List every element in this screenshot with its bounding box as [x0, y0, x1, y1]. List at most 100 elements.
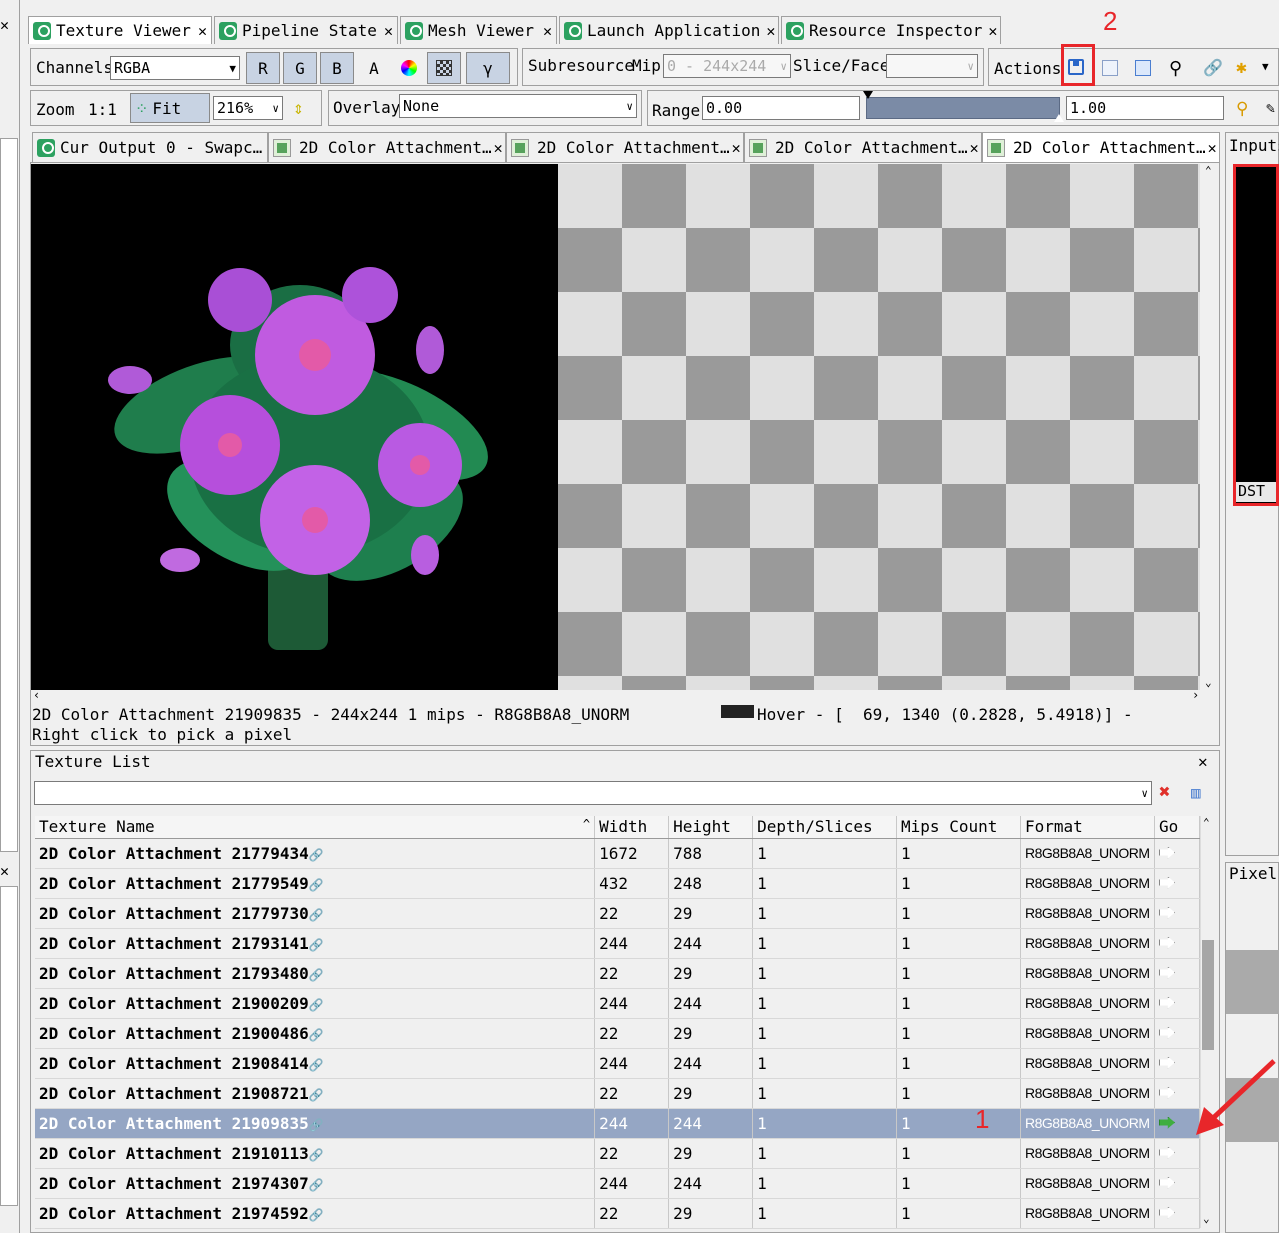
- close-icon[interactable]: ✕: [378, 22, 393, 40]
- range-slider-handle-min[interactable]: [863, 91, 873, 99]
- checkerboard-button[interactable]: [427, 52, 461, 84]
- table-row[interactable]: 2D Color Attachment 21974307🔗 244 244 1 1 R8G…: [35, 1168, 1201, 1199]
- zoom-range-icon[interactable]: ⚲: [1236, 99, 1248, 119]
- tab-resource-inspector[interactable]: Resource Inspector ✕: [781, 16, 1001, 44]
- zoom-1to1-button[interactable]: 1:1: [88, 100, 117, 119]
- view-tab-3[interactable]: 2D Color Attachment… ✕: [744, 132, 982, 162]
- input-thumbnail[interactable]: [1233, 164, 1279, 506]
- close-icon[interactable]: ✕: [537, 22, 552, 40]
- column-header-height[interactable]: Height: [668, 816, 754, 839]
- tab-mesh-viewer[interactable]: Mesh Viewer ✕: [400, 16, 557, 44]
- go-arrow-icon[interactable]: [1158, 936, 1175, 949]
- pencil-icon[interactable]: ✎: [1266, 99, 1275, 117]
- column-header-depth-slices[interactable]: Depth/Slices: [752, 816, 898, 839]
- texture-canvas-checkerboard[interactable]: [558, 164, 1200, 690]
- go-arrow-icon[interactable]: [1158, 1146, 1175, 1159]
- table-row[interactable]: 2D Color Attachment 21908721🔗 22 29 1 1 R8G8B…: [35, 1078, 1201, 1109]
- go-cell[interactable]: [1154, 868, 1201, 899]
- flip-vertical-icon[interactable]: ⇕: [293, 98, 304, 119]
- table-row[interactable]: 2D Color Attachment 21910113🔗 22 29 1 1 R8G8B…: [35, 1138, 1201, 1169]
- view-tab-0[interactable]: Cur Output 0 - Swapc…: [32, 132, 268, 162]
- go-cell[interactable]: [1154, 928, 1201, 959]
- table-row[interactable]: 2D Color Attachment 21779730🔗 22 29 1 1 R8G8B…: [35, 898, 1201, 929]
- table-row[interactable]: 2D Color Attachment 21793480🔗 22 29 1 1 R8G8B…: [35, 958, 1201, 989]
- go-arrow-icon[interactable]: [1158, 1026, 1175, 1039]
- clear-filter-icon[interactable]: ✖: [1159, 781, 1170, 803]
- table-row[interactable]: 2D Color Attachment 21900486🔗 22 29 1 1 R8G8B…: [35, 1018, 1201, 1049]
- go-cell[interactable]: [1154, 1168, 1201, 1199]
- go-arrow-icon[interactable]: [1158, 1116, 1175, 1129]
- viewer-horizontal-scrollbar[interactable]: [31, 690, 1201, 704]
- table-row[interactable]: 2D Color Attachment 21900209🔗 244 244 1 1 R8G…: [35, 988, 1201, 1019]
- zoom-select[interactable]: 216% ∨: [213, 96, 283, 120]
- viewer-vertical-scrollbar[interactable]: [1201, 164, 1219, 690]
- close-icon[interactable]: ✕: [492, 139, 503, 157]
- close-icon[interactable]: ✕: [982, 22, 997, 40]
- go-cell[interactable]: [1154, 958, 1201, 989]
- tab-pipeline-state[interactable]: Pipeline State ✕: [214, 16, 398, 44]
- scroll-up-icon[interactable]: ⌃: [1205, 164, 1212, 177]
- close-icon[interactable]: ✕: [760, 22, 775, 40]
- open-icon[interactable]: [1135, 60, 1151, 76]
- go-cell[interactable]: [1154, 1018, 1201, 1049]
- binoculars-icon[interactable]: ⚲: [1169, 58, 1182, 79]
- go-arrow-icon[interactable]: [1158, 846, 1175, 859]
- column-header-mips-count[interactable]: Mips Count: [896, 816, 1021, 839]
- go-arrow-icon[interactable]: [1158, 1206, 1175, 1219]
- column-chooser-icon[interactable]: ▥: [1191, 783, 1201, 802]
- go-arrow-icon[interactable]: [1158, 996, 1175, 1009]
- go-arrow-icon[interactable]: [1158, 906, 1175, 919]
- table-scroll-thumb[interactable]: [1202, 940, 1214, 1050]
- channel-g-button[interactable]: G: [283, 52, 317, 84]
- table-scroll-down-icon[interactable]: ⌄: [1203, 1212, 1210, 1225]
- channel-r-button[interactable]: R: [246, 52, 280, 84]
- go-arrow-icon[interactable]: [1158, 1056, 1175, 1069]
- go-cell[interactable]: [1154, 838, 1201, 869]
- tab-launch-application[interactable]: Launch Application ✕: [559, 16, 779, 44]
- go-arrow-icon[interactable]: [1158, 1176, 1175, 1189]
- table-row[interactable]: 2D Color Attachment 21909835🔗 244 244 1 1 R8G…: [35, 1108, 1201, 1139]
- zoom-fit-button[interactable]: ⁘ Fit: [130, 93, 210, 123]
- go-arrow-icon[interactable]: [1158, 966, 1175, 979]
- color-wheel-button[interactable]: [392, 52, 426, 84]
- table-row[interactable]: 2D Color Attachment 21793141🔗 244 244 1 1 R8G…: [35, 928, 1201, 959]
- link-icon[interactable]: 🔗: [1203, 58, 1223, 77]
- go-cell[interactable]: [1154, 1138, 1201, 1169]
- left-close-icon[interactable]: ✕: [0, 16, 18, 36]
- view-tab-2[interactable]: 2D Color Attachment… ✕: [506, 132, 744, 162]
- overlay-select[interactable]: None ∨: [399, 94, 637, 118]
- slice-face-select[interactable]: ∨: [886, 54, 978, 78]
- view-tab-1[interactable]: 2D Color Attachment… ✕: [268, 132, 506, 162]
- go-cell[interactable]: [1154, 1198, 1201, 1229]
- actions-dropdown-icon[interactable]: ▼: [1262, 60, 1269, 73]
- channels-select[interactable]: RGBA ▼: [110, 56, 240, 80]
- scroll-right-icon[interactable]: ›: [1192, 688, 1199, 702]
- column-header-format[interactable]: Format: [1020, 816, 1155, 839]
- go-cell[interactable]: [1154, 988, 1201, 1019]
- range-slider-handle-max[interactable]: [1054, 114, 1064, 122]
- table-row[interactable]: 2D Color Attachment 21779434🔗 1672 788 1 1 R8…: [35, 838, 1201, 869]
- left-close-icon-2[interactable]: ✕: [0, 862, 18, 882]
- go-arrow-icon[interactable]: [1158, 876, 1175, 889]
- range-min-input[interactable]: 0.00: [702, 96, 860, 120]
- channel-b-button[interactable]: B: [320, 52, 354, 84]
- close-icon[interactable]: ✕: [192, 22, 207, 40]
- channel-a-button[interactable]: A: [357, 52, 391, 84]
- table-scroll-up-icon[interactable]: ⌃: [1203, 816, 1210, 829]
- gear-icon[interactable]: ✱: [1236, 57, 1247, 78]
- scroll-left-icon[interactable]: ‹: [33, 688, 40, 702]
- texture-filter-input[interactable]: ∨: [34, 781, 1152, 805]
- view-tab-4[interactable]: 2D Color Attachment… ✕: [982, 132, 1220, 162]
- copy-icon[interactable]: [1102, 60, 1118, 76]
- gamma-button[interactable]: γ: [466, 52, 510, 84]
- mip-select[interactable]: 0 - 244x244 ∨: [663, 54, 791, 78]
- table-row[interactable]: 2D Color Attachment 21779549🔗 432 248 1 1 R8G…: [35, 868, 1201, 899]
- go-cell[interactable]: [1154, 898, 1201, 929]
- table-row[interactable]: 2D Color Attachment 21908414🔗 244 244 1 1 R8G…: [35, 1048, 1201, 1079]
- table-row[interactable]: 2D Color Attachment 21974592🔗 22 29 1 1 R8G8B…: [35, 1198, 1201, 1229]
- column-header-width[interactable]: Width: [594, 816, 670, 839]
- texture-list-close-icon[interactable]: ✕: [1198, 752, 1208, 771]
- range-slider[interactable]: [866, 97, 1060, 119]
- go-arrow-icon[interactable]: [1158, 1086, 1175, 1099]
- close-icon[interactable]: ✕: [1206, 139, 1217, 157]
